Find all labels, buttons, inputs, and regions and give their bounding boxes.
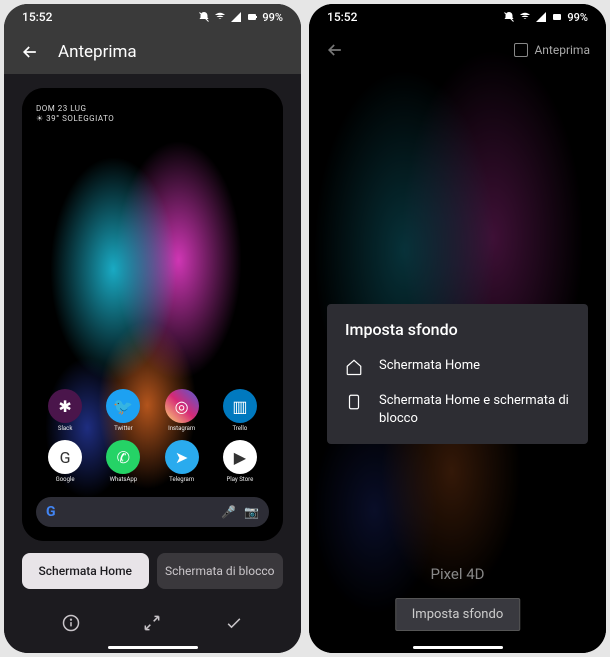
status-bar: 15:52 99% bbox=[309, 4, 606, 30]
info-icon[interactable] bbox=[61, 613, 81, 633]
app-twitter[interactable]: 🐦 Twitter bbox=[94, 389, 152, 432]
back-icon[interactable] bbox=[20, 42, 40, 62]
app-icon: G bbox=[48, 440, 82, 474]
widget-weather: ☀ 39° SOLEGGIATO bbox=[36, 114, 114, 124]
mic-icon[interactable]: 🎤 bbox=[221, 505, 236, 519]
app-icon: ✱ bbox=[48, 389, 82, 423]
app-icon: ▶ bbox=[223, 440, 257, 474]
app-label: Instagram bbox=[168, 425, 195, 432]
nav-handle[interactable] bbox=[108, 646, 198, 649]
app-icon: ➤ bbox=[165, 440, 199, 474]
set-wallpaper-dialog: Imposta sfondo Schermata Home Schermata … bbox=[327, 304, 588, 444]
checkbox-icon bbox=[514, 43, 528, 57]
option-both-label: Schermata Home e schermata di blocco bbox=[379, 392, 570, 428]
dialog-title: Imposta sfondo bbox=[345, 320, 570, 339]
status-bar: 15:52 99% bbox=[4, 4, 301, 30]
app-instagram[interactable]: ◎ Instagram bbox=[153, 389, 211, 432]
tabs: Schermata Home Schermata di blocco bbox=[22, 553, 283, 589]
app-telegram[interactable]: ➤ Telegram bbox=[153, 440, 211, 483]
app-label: Google bbox=[56, 476, 75, 483]
dnd-icon bbox=[503, 11, 515, 23]
bottom-toolbar bbox=[22, 601, 283, 645]
battery-icon bbox=[551, 11, 563, 23]
checkbox-label-text: Anteprima bbox=[534, 43, 590, 57]
app-icon: ✆ bbox=[106, 440, 140, 474]
battery-percent: 99% bbox=[262, 11, 283, 24]
wifi-icon bbox=[519, 11, 531, 23]
expand-icon[interactable] bbox=[142, 613, 162, 633]
option-home-lock[interactable]: Schermata Home e schermata di blocco bbox=[345, 392, 570, 428]
battery-percent: 99% bbox=[567, 11, 588, 24]
tab-home[interactable]: Schermata Home bbox=[22, 553, 149, 589]
google-logo-icon: G bbox=[46, 504, 56, 520]
app-name-label: Pixel 4D bbox=[309, 565, 606, 583]
signal-icon bbox=[535, 11, 547, 23]
app-label: Trello bbox=[232, 425, 247, 432]
tab-lock[interactable]: Schermata di blocco bbox=[157, 553, 284, 589]
top-bar: Anteprima bbox=[309, 30, 606, 70]
status-time: 15:52 bbox=[22, 10, 52, 24]
dnd-icon bbox=[198, 11, 210, 23]
phone-right: 15:52 99% Anteprima Imposta sfondo Scher… bbox=[309, 4, 606, 653]
back-icon[interactable] bbox=[325, 40, 345, 60]
app-grid: ✱ Slack 🐦 Twitter ◎ Instagram ▥ Trello G Google ✆ W… bbox=[22, 389, 283, 483]
app-label: Twitter bbox=[114, 425, 133, 432]
app-bar: Anteprima bbox=[4, 30, 301, 74]
nav-handle[interactable] bbox=[413, 646, 503, 649]
phone-icon bbox=[345, 393, 363, 411]
app-icon: ▥ bbox=[223, 389, 257, 423]
app-label: Slack bbox=[58, 425, 72, 432]
app-google[interactable]: G Google bbox=[36, 440, 94, 483]
app-whatsapp[interactable]: ✆ WhatsApp bbox=[94, 440, 152, 483]
app-trello[interactable]: ▥ Trello bbox=[211, 389, 269, 432]
set-wallpaper-button[interactable]: Imposta sfondo bbox=[395, 598, 520, 631]
app-label: Telegram bbox=[169, 476, 194, 483]
signal-icon bbox=[230, 11, 242, 23]
status-icons: 99% bbox=[503, 11, 588, 24]
google-search-bar[interactable]: G 🎤 📷 bbox=[36, 497, 269, 527]
phone-left: 15:52 99% Anteprima DOM 23 LUG ☀ 39° SOL… bbox=[4, 4, 301, 653]
option-home[interactable]: Schermata Home bbox=[345, 357, 570, 376]
status-time: 15:52 bbox=[327, 10, 357, 24]
home-widget: DOM 23 LUG ☀ 39° SOLEGGIATO bbox=[36, 104, 114, 125]
lens-icon[interactable]: 📷 bbox=[244, 505, 259, 519]
battery-icon bbox=[246, 11, 258, 23]
app-slack[interactable]: ✱ Slack bbox=[36, 389, 94, 432]
app-icon: 🐦 bbox=[106, 389, 140, 423]
app-play-store[interactable]: ▶ Play Store bbox=[211, 440, 269, 483]
option-home-label: Schermata Home bbox=[379, 357, 480, 375]
main-content: DOM 23 LUG ☀ 39° SOLEGGIATO ✱ Slack 🐦 Twitt… bbox=[4, 74, 301, 653]
app-label: Play Store bbox=[226, 476, 253, 483]
home-icon bbox=[345, 358, 363, 376]
app-label: WhatsApp bbox=[110, 476, 138, 483]
wifi-icon bbox=[214, 11, 226, 23]
wallpaper-preview[interactable]: DOM 23 LUG ☀ 39° SOLEGGIATO ✱ Slack 🐦 Twitt… bbox=[22, 88, 283, 541]
widget-date: DOM 23 LUG bbox=[36, 104, 114, 114]
app-icon: ◎ bbox=[165, 389, 199, 423]
apply-icon[interactable] bbox=[224, 613, 244, 633]
page-title: Anteprima bbox=[58, 42, 137, 62]
status-icons: 99% bbox=[198, 11, 283, 24]
preview-checkbox[interactable]: Anteprima bbox=[514, 43, 590, 57]
